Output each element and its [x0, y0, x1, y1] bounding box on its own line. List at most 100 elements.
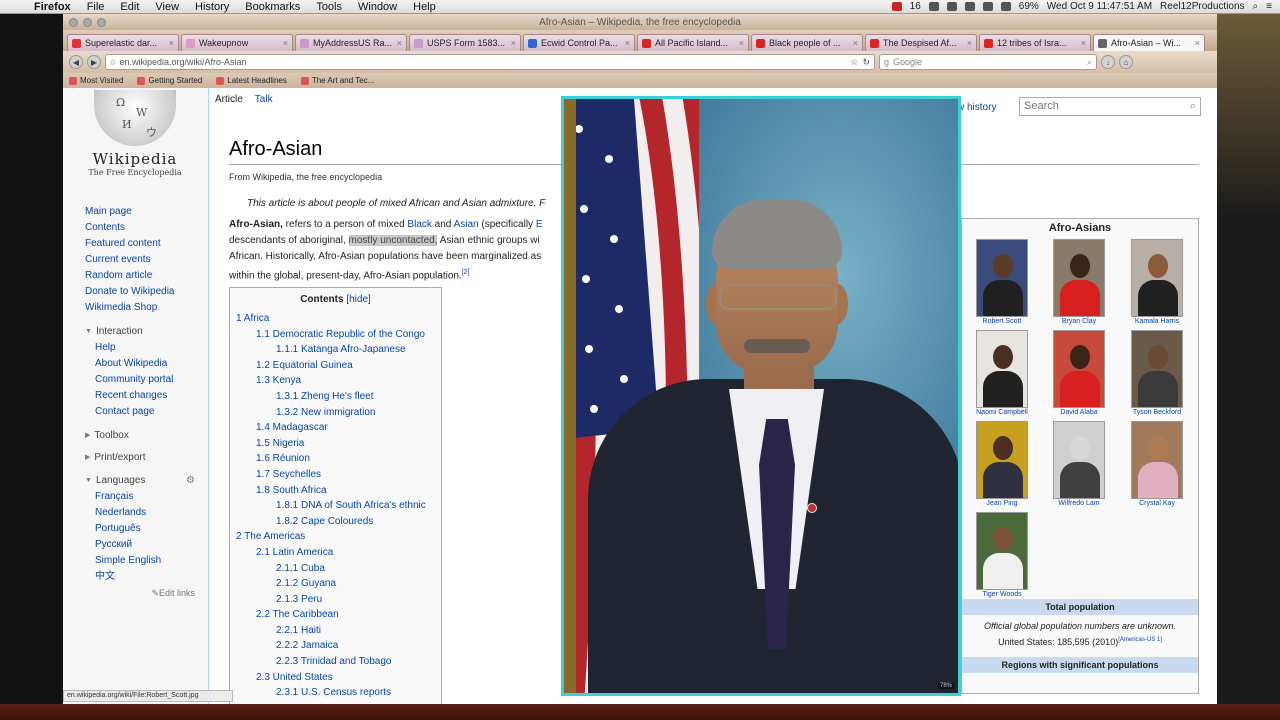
infobox-person[interactable]: Tyson Beckford	[1122, 330, 1192, 418]
flag-icon[interactable]	[1000, 2, 1011, 11]
person-caption[interactable]: Crystal Kay	[1122, 499, 1192, 509]
sidebar-link[interactable]: About Wikipedia	[95, 356, 173, 372]
mail-count[interactable]: 16	[910, 1, 921, 12]
toc-entry[interactable]: 1.4 Madagascar	[236, 420, 435, 436]
toc-entry[interactable]: 1.3 Kenya	[236, 373, 435, 389]
menu-tools[interactable]: Tools	[308, 1, 350, 13]
notification-center-icon[interactable]: ≡	[1266, 1, 1272, 12]
toc-entry[interactable]: 1.7 Seychelles	[236, 467, 435, 483]
language-link[interactable]: Simple English	[95, 553, 195, 569]
person-caption[interactable]: David Alaba	[1044, 408, 1114, 418]
gear-icon[interactable]: ⚙	[186, 473, 195, 489]
menu-app-firefox[interactable]: Firefox	[26, 1, 79, 13]
bluetooth-icon[interactable]	[946, 2, 957, 11]
menu-help[interactable]: Help	[405, 1, 444, 13]
toc-entry[interactable]: 1.8.2 Cape Coloureds	[236, 514, 435, 530]
infobox-person[interactable]: Wilfredo Lam	[1044, 421, 1114, 509]
toc-entry[interactable]: 2.3 United States	[236, 670, 435, 686]
toc-entry[interactable]: 2.2.2 Jamaica	[236, 638, 435, 654]
infobox-person[interactable]: Jean Ping	[967, 421, 1037, 509]
sidebar-link[interactable]: Random article	[85, 268, 175, 284]
toc-entry[interactable]: 2.2 The Caribbean	[236, 607, 435, 623]
person-caption[interactable]: Robert Scott	[967, 317, 1037, 327]
toc-entry[interactable]: 2.1.2 Guyana	[236, 576, 435, 592]
browser-tab[interactable]: Wakeupnow ×	[181, 34, 293, 51]
volume-icon[interactable]	[982, 2, 993, 11]
toc-entry[interactable]: 1.5 Nigeria	[236, 436, 435, 452]
person-photo[interactable]	[1131, 330, 1183, 408]
edit-links[interactable]: ✎Edit links	[85, 585, 195, 601]
browser-tab[interactable]: Ecwid Control Pa... ×	[523, 34, 635, 51]
browser-tab[interactable]: 12 tribes of Isra... ×	[979, 34, 1091, 51]
bookmark-latest-headlines[interactable]: Latest Headlines	[216, 76, 287, 85]
person-photo[interactable]	[1053, 239, 1105, 317]
toc-entry[interactable]: 2.1.1 Cuba	[236, 561, 435, 577]
close-tab-icon[interactable]: ×	[511, 38, 516, 48]
sidebar-link[interactable]: Help	[95, 340, 173, 356]
infobox-person[interactable]: Robert Scott	[967, 239, 1037, 327]
menu-edit[interactable]: Edit	[112, 1, 147, 13]
infobox-person[interactable]: David Alaba	[1044, 330, 1114, 418]
bookmark-most-visited[interactable]: Most Visited	[69, 76, 123, 85]
toc-entry[interactable]: 1.1 Democratic Republic of the Congo	[236, 327, 435, 343]
bookmark-art-and-tech[interactable]: The Art and Tec...	[300, 76, 374, 85]
infobox-person[interactable]: Naomi Campbell	[967, 330, 1037, 418]
print-export-heading[interactable]: ▶ Print/export	[85, 450, 146, 466]
tab-article[interactable]: Article	[209, 88, 249, 110]
browser-tab[interactable]: Superelastic dar... ×	[67, 34, 179, 51]
person-photo[interactable]	[1053, 330, 1105, 408]
toc-entry[interactable]: 1.8 South Africa	[236, 483, 435, 499]
menu-view[interactable]: View	[147, 1, 187, 13]
toolbox-heading[interactable]: ▶ Toolbox	[85, 428, 129, 444]
person-photo[interactable]	[1131, 421, 1183, 499]
home-icon[interactable]: ⌂	[1119, 55, 1133, 69]
download-icon[interactable]: ↓	[1101, 55, 1115, 69]
languages-heading[interactable]: ▼ Languages ⚙	[85, 473, 195, 489]
person-caption[interactable]: Jean Ping	[967, 499, 1037, 509]
toc-entry[interactable]: 1.2 Equatorial Guinea	[236, 358, 435, 374]
population-reference-link[interactable]: [Americas-US 1]	[1118, 637, 1162, 643]
tab-talk[interactable]: Talk	[249, 88, 279, 110]
record-icon[interactable]	[891, 2, 902, 11]
person-photo[interactable]	[976, 330, 1028, 408]
dropbox-icon[interactable]	[928, 2, 939, 11]
sidebar-link[interactable]: Contents	[85, 220, 175, 236]
sidebar-link[interactable]: Recent changes	[95, 388, 173, 404]
browser-tab[interactable]: USPS Form 1583... ×	[409, 34, 521, 51]
close-tab-icon[interactable]: ×	[397, 38, 402, 48]
toc-entry[interactable]: 1.3.2 New immigration	[236, 405, 435, 421]
menu-window[interactable]: Window	[350, 1, 405, 13]
person-photo[interactable]	[1053, 421, 1105, 499]
reference-link[interactable]: [2]	[462, 269, 470, 276]
browser-tab[interactable]: Afro-Asian – Wi... ×	[1093, 34, 1205, 51]
infobox-person[interactable]: Tiger Woods	[967, 512, 1037, 600]
wiki-search-input[interactable]: Search ⌕	[1019, 97, 1201, 116]
wifi-icon[interactable]	[964, 2, 975, 11]
toc-entry[interactable]: 1 Africa	[236, 311, 435, 327]
menu-history[interactable]: History	[187, 1, 237, 13]
link-e[interactable]: E	[536, 219, 543, 230]
person-photo[interactable]	[976, 512, 1028, 590]
browser-search-bar[interactable]: g Google ⌕	[879, 54, 1097, 70]
close-tab-icon[interactable]: ×	[625, 38, 630, 48]
sidebar-link[interactable]: Community portal	[95, 372, 173, 388]
browser-tab[interactable]: The Despised Af... ×	[865, 34, 977, 51]
toc-entry[interactable]: 1.3.1 Zheng He's fleet	[236, 389, 435, 405]
battery-status[interactable]: 69%	[1019, 1, 1039, 12]
sidebar-link[interactable]: Wikimedia Shop	[85, 300, 175, 316]
language-link[interactable]: 中文	[95, 569, 195, 585]
url-bar[interactable]: ○ en.wikipedia.org/wiki/Afro-Asian ☆ ↻	[105, 54, 875, 70]
language-link[interactable]: Français	[95, 489, 195, 505]
sidebar-link[interactable]: Current events	[85, 252, 175, 268]
interaction-heading[interactable]: ▼ Interaction	[85, 324, 173, 340]
toc-entry[interactable]: 2.2.1 Haiti	[236, 623, 435, 639]
person-caption[interactable]: Naomi Campbell	[967, 408, 1037, 418]
person-photo[interactable]	[976, 239, 1028, 317]
language-link[interactable]: Nederlands	[95, 505, 195, 521]
toc-entry[interactable]: 2.3.1 U.S. Census reports	[236, 685, 435, 701]
menu-bookmarks[interactable]: Bookmarks	[237, 1, 308, 13]
toc-entry[interactable]: 1.8.1 DNA of South Africa's ethnic	[236, 498, 435, 514]
browser-tab[interactable]: Black people of ... ×	[751, 34, 863, 51]
spotlight-icon[interactable]: ⌕	[1253, 1, 1259, 12]
wikipedia-logo[interactable]: ΩWИウ Wikipedia The Free Encyclopedia	[85, 90, 185, 177]
